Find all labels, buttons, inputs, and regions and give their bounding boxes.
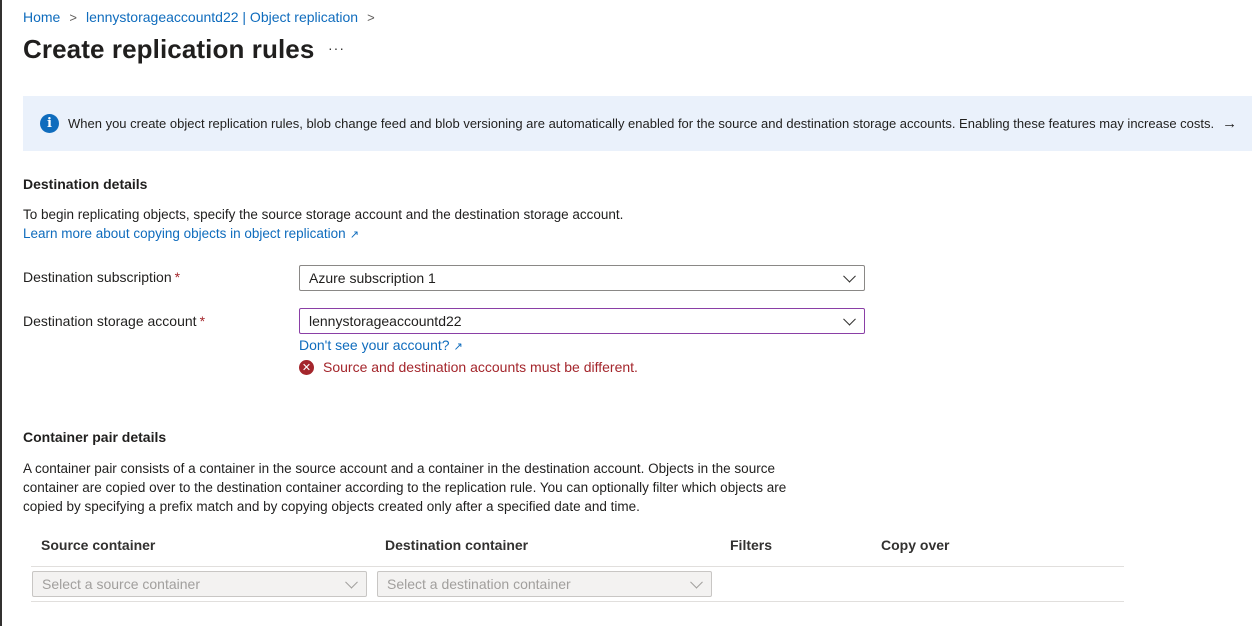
chevron-down-icon	[843, 269, 856, 283]
column-header-source: Source container	[41, 537, 156, 553]
chevron-down-icon	[690, 575, 703, 589]
column-header-copy-over: Copy over	[881, 537, 950, 553]
destination-description: To begin replicating objects, specify th…	[23, 207, 624, 222]
error-message: Source and destination accounts must be …	[323, 359, 638, 375]
column-header-destination: Destination container	[385, 537, 529, 553]
info-icon: i	[40, 114, 59, 133]
source-container-placeholder: Select a source container	[42, 576, 200, 592]
destination-account-dropdown[interactable]: lennystorageaccountd22	[299, 308, 865, 334]
breadcrumb-home[interactable]: Home	[23, 9, 60, 25]
destination-details-heading: Destination details	[23, 176, 148, 192]
window-left-edge	[0, 0, 2, 626]
external-link-icon: ↗	[453, 341, 463, 353]
validation-error: ✕ Source and destination accounts must b…	[299, 359, 638, 375]
chevron-down-icon	[345, 575, 358, 589]
container-description-line-1: A container pair consists of a container…	[23, 461, 775, 476]
arrow-right-icon[interactable]: →	[1222, 115, 1237, 132]
banner-message: When you create object replication rules…	[68, 116, 1215, 131]
destination-account-label: Destination storage account *	[23, 313, 205, 329]
destination-container-dropdown[interactable]: Select a destination container	[377, 571, 712, 597]
destination-subscription-label: Destination subscription *	[23, 269, 180, 285]
container-description-line-3: copied by specifying a prefix match and …	[23, 499, 640, 514]
dont-see-account-link[interactable]: Don't see your account?	[299, 337, 450, 353]
external-link-icon: ↗	[349, 229, 359, 241]
destination-account-value: lennystorageaccountd22	[309, 313, 462, 329]
destination-container-placeholder: Select a destination container	[387, 576, 571, 592]
breadcrumb: Home > lennystorageaccountd22 | Object r…	[23, 7, 384, 27]
info-banner: i When you create object replication rul…	[23, 96, 1252, 151]
column-header-filters: Filters	[730, 537, 773, 553]
container-pair-heading: Container pair details	[23, 429, 167, 445]
destination-account-label-text: Destination storage account	[23, 313, 197, 329]
table-row-divider	[31, 601, 1124, 602]
destination-subscription-value: Azure subscription 1	[309, 270, 436, 286]
table-header-divider	[31, 566, 1124, 567]
learn-more-row: Learn more about copying objects in obje…	[23, 224, 359, 245]
learn-more-link[interactable]: Learn more about copying objects in obje…	[23, 226, 346, 241]
chevron-right-icon: >	[69, 9, 77, 25]
page-title: Create replication rules	[23, 34, 315, 64]
destination-subscription-label-text: Destination subscription	[23, 269, 172, 285]
source-container-dropdown[interactable]: Select a source container	[32, 571, 367, 597]
required-marker: *	[174, 269, 181, 285]
chevron-down-icon	[843, 312, 856, 326]
destination-subscription-dropdown[interactable]: Azure subscription 1	[299, 265, 865, 291]
container-description-line-2: container are copied over to the destina…	[23, 480, 787, 495]
error-icon: ✕	[299, 359, 314, 375]
breadcrumb-object-replication[interactable]: lennystorageaccountd22 | Object replicat…	[86, 9, 358, 25]
dont-see-account-row: Don't see your account? ↗	[299, 336, 463, 357]
more-options-button[interactable]: ···	[328, 40, 345, 56]
chevron-right-icon: >	[367, 9, 375, 25]
required-marker: *	[199, 313, 206, 329]
